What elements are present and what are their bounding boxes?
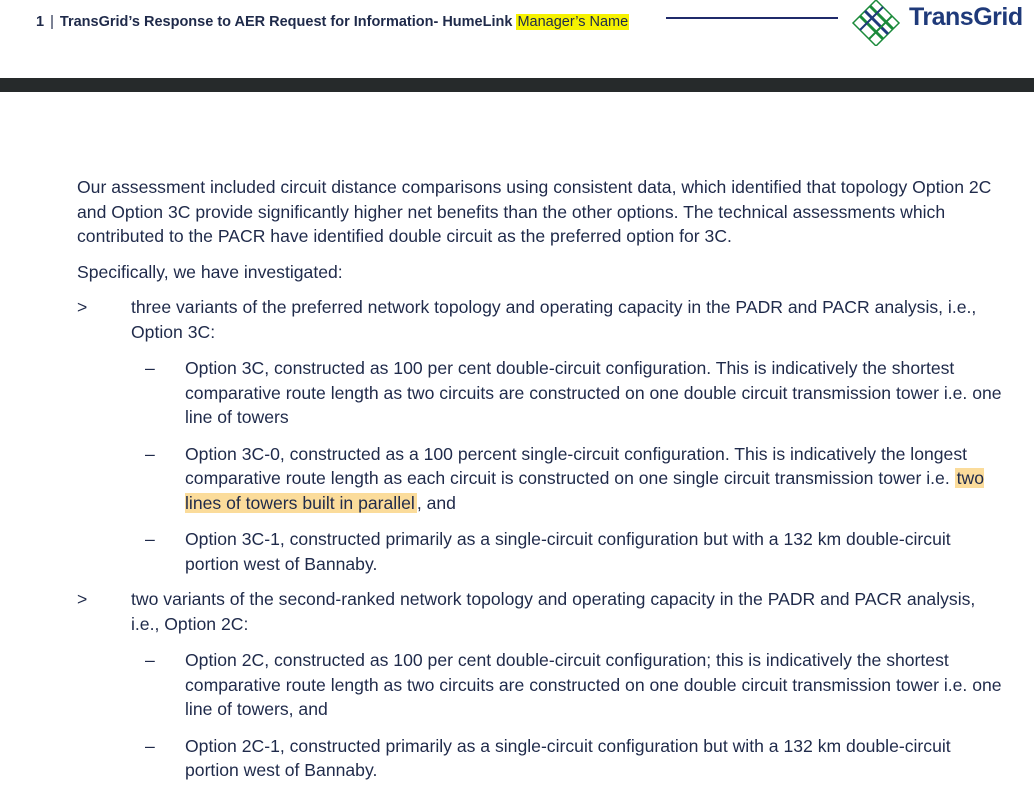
sub-bullet-item: – Option 3C-0, constructed as a 100 perc… [77, 442, 1007, 516]
sub-bullet-text: Option 3C-1, constructed primarily as a … [185, 529, 951, 574]
sub-bullet-marker: – [145, 443, 155, 464]
sub-bullet-marker: – [145, 650, 155, 670]
bullet-marker: > [77, 297, 88, 317]
header-dark-bar [0, 78, 1034, 92]
page-number: 1 [36, 14, 45, 30]
bullet-marker: > [77, 589, 88, 609]
sub-bullet-item: – Option 3C-1, constructed primarily as … [77, 527, 1007, 576]
bullet-text: three variants of the preferred network … [131, 297, 977, 342]
sub-bullet-text: Option 3C-0, constructed as a 100 percen… [185, 443, 968, 489]
sub-bullet-text: Option 2C-1, constructed primarily as a … [185, 735, 951, 781]
bullet-item: > two variants of the second-ranked netw… [77, 587, 1007, 636]
sub-bullet-marker: – [145, 529, 155, 549]
specifically-paragraph: Specifically, we have investigated: [77, 261, 343, 282]
document-body: Our assessment included circuit distance… [77, 175, 1007, 783]
manager-name-placeholder: Manager’s Name [516, 14, 630, 30]
sub-bullet-marker: – [145, 358, 155, 378]
sub-bullet-text-tail: , and [416, 492, 456, 513]
document-title: TransGrid’s Response to AER Request for … [59, 14, 513, 30]
sub-bullet-marker: – [145, 735, 155, 756]
bullet-text: two variants of the second-ranked networ… [131, 589, 976, 634]
header-separator: | [50, 14, 54, 30]
page-header: 1 | TransGrid’s Response to AER Request … [0, 0, 1034, 78]
intro-paragraph: Our assessment included circuit distance… [77, 177, 992, 246]
header-title-line: 1 | TransGrid’s Response to AER Request … [36, 13, 630, 31]
bullet-item: > three variants of the preferred networ… [77, 295, 1007, 344]
sub-bullet-text: Option 2C, constructed as 100 per cent d… [185, 650, 1002, 719]
sub-bullet-text: Option 3C, constructed as 100 per cent d… [185, 358, 1002, 427]
sub-bullet-item: – Option 2C, constructed as 100 per cent… [77, 648, 1007, 722]
sub-bullet-item: – Option 3C, constructed as 100 per cent… [77, 356, 1007, 430]
logo-wordmark: TransGrid [909, 3, 1023, 31]
sub-bullet-item: – Option 2C-1, constructed primarily as … [77, 734, 1007, 783]
header-rule [666, 17, 838, 19]
